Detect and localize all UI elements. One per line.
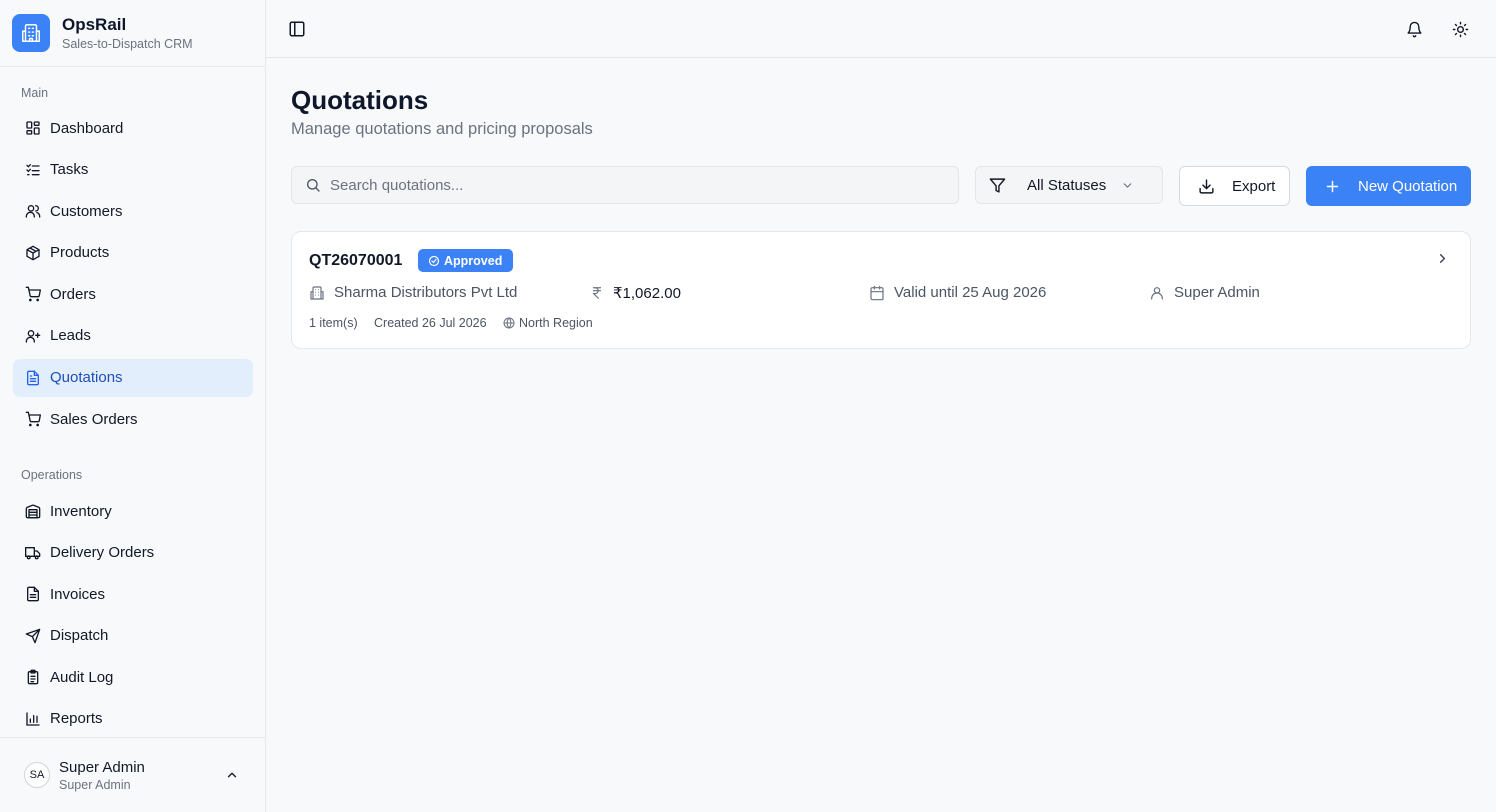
file-icon (25, 586, 41, 602)
status-badge-label: Approved (444, 253, 503, 268)
owner-name: Super Admin (1174, 284, 1260, 301)
customer-name: Sharma Distributors Pvt Ltd (334, 284, 518, 301)
sidebar-item-label: Quotations (50, 369, 123, 387)
amount-meta: ₹1,062.00 (590, 284, 681, 302)
nav-main: Dashboard Tasks Customers Products Order… (13, 109, 253, 442)
bar-chart-icon (25, 711, 41, 727)
brand: OpsRail Sales-to-Dispatch CRM (0, 0, 265, 67)
sidebar-item-label: Products (50, 244, 110, 262)
region-name: North Region (519, 316, 593, 330)
truck-icon (25, 545, 41, 561)
sidebar-item-leads[interactable]: Leads (13, 317, 253, 355)
sidebar-item-dispatch[interactable]: Dispatch (13, 617, 253, 655)
quotation-card[interactable]: QT26070001 Approved Sharma Distributors … (291, 231, 1471, 349)
rupee-icon (590, 285, 604, 301)
page-subtitle: Manage quotations and pricing proposals (291, 120, 593, 138)
sidebar-item-customers[interactable]: Customers (13, 192, 253, 230)
send-icon (25, 628, 41, 644)
plus-icon (1325, 179, 1340, 194)
section-label-main: Main (21, 86, 49, 100)
calendar-icon (869, 285, 885, 301)
sidebar-item-label: Tasks (50, 161, 89, 179)
new-quotation-button[interactable]: New Quotation (1306, 166, 1471, 206)
sidebar-item-tasks[interactable]: Tasks (13, 151, 253, 189)
page-title: Quotations (291, 85, 429, 115)
filter-icon (989, 177, 1006, 194)
search-input[interactable] (330, 176, 930, 194)
tasks-icon (25, 162, 41, 178)
section-label-operations: Operations (21, 468, 83, 482)
chevron-up-icon[interactable] (225, 768, 239, 787)
sidebar-item-label: Sales Orders (50, 410, 138, 428)
status-badge: Approved (418, 249, 514, 272)
sidebar-item-label: Dispatch (50, 627, 109, 645)
sidebar-item-label: Invoices (50, 585, 106, 603)
users-icon (25, 203, 41, 219)
building-icon (309, 285, 325, 301)
new-quotation-label: New Quotation (1358, 177, 1458, 195)
topbar (266, 0, 1496, 58)
quotation-number: QT26070001 (309, 252, 403, 269)
user-name: Super Admin (59, 758, 145, 776)
globe-icon (503, 317, 515, 329)
status-filter-value: All Statuses (1027, 176, 1107, 194)
sidebar-item-sales-orders[interactable]: Sales Orders (13, 400, 253, 438)
sidebar-item-audit-log[interactable]: Audit Log (13, 658, 253, 696)
bell-icon[interactable] (1404, 19, 1424, 39)
clipboard-icon (25, 669, 41, 685)
sidebar-item-label: Customers (50, 202, 123, 220)
item-count: 1 item(s) (309, 316, 358, 330)
validity-meta: Valid until 25 Aug 2026 (869, 284, 1046, 301)
sidebar-item-delivery-orders[interactable]: Delivery Orders (13, 534, 253, 572)
export-button[interactable]: Export (1179, 166, 1290, 206)
document-icon (25, 370, 41, 386)
sidebar-item-reports[interactable]: Reports (13, 700, 253, 738)
sidebar-item-label: Leads (50, 327, 91, 345)
created-date: Created 26 Jul 2026 (374, 316, 487, 330)
brand-tagline: Sales-to-Dispatch CRM (62, 37, 193, 51)
user-icon (1149, 285, 1165, 301)
search-icon (305, 177, 321, 193)
brand-name: OpsRail (62, 15, 127, 34)
avatar: SA (24, 762, 50, 788)
chevron-right-icon[interactable] (1435, 251, 1450, 271)
sidebar-item-inventory[interactable]: Inventory (13, 492, 253, 530)
warehouse-icon (25, 503, 41, 519)
cart-icon (25, 286, 41, 302)
customer-meta: Sharma Distributors Pvt Ltd (309, 284, 517, 301)
user-role: Super Admin (59, 777, 131, 792)
sidebar-item-invoices[interactable]: Invoices (13, 575, 253, 613)
region-meta: North Region (503, 316, 593, 330)
export-label: Export (1232, 177, 1276, 195)
sidebar-item-products[interactable]: Products (13, 234, 253, 272)
box-icon (25, 245, 41, 261)
chevron-down-icon (1121, 179, 1134, 192)
sidebar-item-label: Reports (50, 710, 103, 728)
cart-icon (25, 411, 41, 427)
dashboard-icon (25, 120, 41, 136)
sidebar-item-dashboard[interactable]: Dashboard (13, 109, 253, 147)
sidebar-item-quotations[interactable]: Quotations (13, 358, 253, 397)
check-circle-icon (428, 255, 440, 266)
user-plus-icon (25, 328, 41, 344)
sidebar-item-label: Orders (50, 285, 96, 303)
owner-meta: Super Admin (1149, 284, 1260, 301)
user-menu[interactable]: SA Super Admin Super Admin (0, 737, 265, 812)
search-box[interactable] (291, 166, 959, 204)
brand-logo-icon (12, 14, 50, 52)
sidebar-item-label: Delivery Orders (50, 544, 155, 562)
sidebar: OpsRail Sales-to-Dispatch CRM Main Dashb… (0, 0, 266, 812)
sun-icon[interactable] (1450, 19, 1470, 39)
sidebar-item-label: Inventory (50, 502, 112, 520)
sidebar-item-label: Audit Log (50, 668, 114, 686)
sidebar-item-label: Dashboard (50, 119, 124, 137)
sidebar-toggle-icon[interactable] (287, 19, 307, 39)
valid-until: Valid until 25 Aug 2026 (894, 284, 1047, 301)
status-filter-select[interactable]: All Statuses (975, 166, 1163, 204)
quotation-amount: ₹1,062.00 (613, 285, 681, 302)
download-icon (1198, 178, 1215, 195)
sidebar-item-orders[interactable]: Orders (13, 275, 253, 313)
nav-operations: Inventory Delivery Orders Invoices Dispa… (13, 492, 253, 742)
